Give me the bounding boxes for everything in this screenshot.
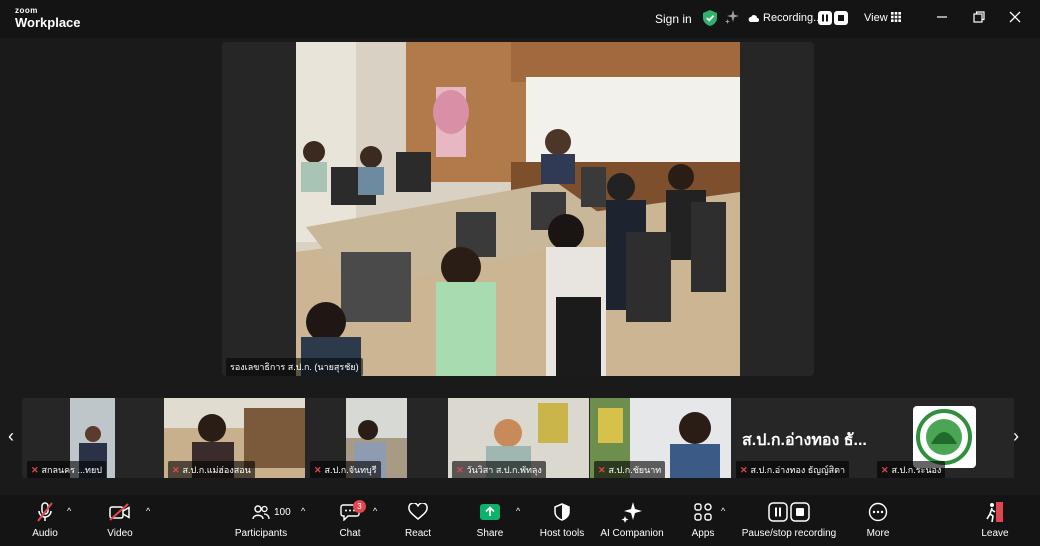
mic-muted-icon xyxy=(25,500,65,524)
main-speaker-name: รองเลขาธิการ ส.ป.ก. (นายสุรชัย) xyxy=(226,358,363,376)
video-button[interactable]: Video xyxy=(100,500,140,539)
shield-icon xyxy=(536,500,588,524)
more-button[interactable]: More xyxy=(858,500,898,539)
pause-stop-recording-button[interactable]: Pause/stop recording xyxy=(737,500,841,539)
leave-button[interactable]: Leave xyxy=(975,500,1015,539)
participant-display-name: ส.ป.ก.อ่างทอง ธั... xyxy=(742,432,867,449)
ai-companion-button[interactable]: AI Companion xyxy=(600,500,664,539)
logo-line-1: zoom xyxy=(15,6,38,15)
participant-name: ✕ ส.ป.ก.ชัยนาท xyxy=(594,461,666,478)
mic-muted-icon: ✕ xyxy=(740,465,748,475)
participant-tile[interactable]: ✕ ส.ป.ก.แม่ฮ่องสอน xyxy=(164,398,305,478)
host-tools-label: Host tools xyxy=(539,528,585,539)
audio-options-chevron-up-icon[interactable]: ^ xyxy=(67,506,71,516)
heart-icon xyxy=(398,500,438,524)
more-label: More xyxy=(866,528,890,539)
audio-button[interactable]: Audio xyxy=(25,500,65,539)
grid-view-icon[interactable] xyxy=(891,12,901,22)
react-button[interactable]: React xyxy=(398,500,438,539)
participant-tile[interactable]: ✕ วันวิสา ส.ป.ก.พัทลุง xyxy=(448,398,589,478)
apps-icon xyxy=(683,500,723,524)
participant-tile[interactable]: ✕ ส.ป.ก.ชัยนาท xyxy=(590,398,731,478)
minimize-icon[interactable] xyxy=(935,10,949,24)
shield-check-icon[interactable] xyxy=(703,10,717,26)
recording-controls-icon xyxy=(737,500,841,524)
host-tools-button[interactable]: Host tools xyxy=(536,500,588,539)
share-options-chevron-up-icon[interactable]: ^ xyxy=(516,506,520,516)
view-menu[interactable]: View xyxy=(864,12,888,24)
app-logo: zoom Workplace xyxy=(15,6,81,30)
participant-count: 100 xyxy=(274,507,291,518)
main-speaker-view[interactable]: รองเลขาธิการ ส.ป.ก. (นายสุรชัย) xyxy=(222,42,814,376)
video-label: Video xyxy=(107,528,133,539)
participant-tile[interactable]: ✕ ส.ป.ก.ระนอง xyxy=(873,398,1014,478)
close-icon[interactable] xyxy=(1008,10,1022,24)
mic-muted-icon: ✕ xyxy=(598,465,606,475)
apps-label: Apps xyxy=(691,528,715,539)
recording-stop-icon[interactable] xyxy=(834,11,848,25)
mic-muted-icon: ✕ xyxy=(456,465,464,475)
video-options-chevron-up-icon[interactable]: ^ xyxy=(146,506,150,516)
participant-name: ✕ ส.ป.ก.อ่างทอง ธัญญ์สิตา xyxy=(736,461,850,478)
sign-in-link[interactable]: Sign in xyxy=(655,12,692,26)
participant-name: ✕ ส.ป.ก.ระนอง xyxy=(877,461,946,478)
mic-muted-icon: ✕ xyxy=(881,465,889,475)
chat-options-chevron-up-icon[interactable]: ^ xyxy=(373,506,377,516)
participant-name: ✕ ส.ป.ก.จันทบุรี xyxy=(310,461,381,478)
recording-status: Recording... xyxy=(763,12,823,24)
conference-room-scene xyxy=(296,42,740,376)
chevron-left-icon[interactable]: ‹ xyxy=(8,426,14,447)
logo-line-2: Workplace xyxy=(15,15,81,30)
video-off-icon xyxy=(100,500,140,524)
participant-tile[interactable]: ส.ป.ก.อ่างทอง ธั... ✕ ส.ป.ก.อ่างทอง ธัญญ์… xyxy=(732,398,873,478)
participants-label: Participants xyxy=(234,528,288,539)
apps-options-chevron-up-icon[interactable]: ^ xyxy=(721,506,725,516)
apps-button[interactable]: Apps xyxy=(683,500,723,539)
share-button[interactable]: Share xyxy=(470,500,510,539)
agency-seal-logo xyxy=(916,409,972,465)
cloud-recording-icon xyxy=(748,15,759,22)
participants-options-chevron-up-icon[interactable]: ^ xyxy=(301,506,305,516)
restore-window-icon[interactable] xyxy=(972,10,986,24)
mic-muted-icon: ✕ xyxy=(172,465,180,475)
share-screen-icon xyxy=(470,500,510,524)
participant-tile[interactable]: ✕ สกลนคร ...ทยป xyxy=(23,398,164,478)
leave-door-icon xyxy=(975,500,1015,524)
more-options-icon xyxy=(858,500,898,524)
participant-name: ✕ วันวิสา ส.ป.ก.พัทลุง xyxy=(452,461,546,478)
participant-name: ✕ ส.ป.ก.แม่ฮ่องสอน xyxy=(168,461,255,478)
audio-label: Audio xyxy=(32,528,58,539)
pause-stop-recording-label: Pause/stop recording xyxy=(741,528,837,539)
react-label: React xyxy=(404,528,432,539)
participant-tile[interactable]: ✕ ส.ป.ก.จันทบุรี xyxy=(306,398,447,478)
participants-button[interactable]: Participants xyxy=(232,500,290,539)
ai-sparkle-icon[interactable] xyxy=(725,10,739,24)
chat-unread-badge: 3 xyxy=(353,500,366,513)
conference-room-video xyxy=(296,42,740,376)
ai-companion-label: AI Companion xyxy=(600,528,664,539)
share-label: Share xyxy=(476,528,504,539)
leave-label: Leave xyxy=(981,528,1009,539)
recording-pause-icon[interactable] xyxy=(818,11,832,25)
mic-muted-icon: ✕ xyxy=(31,465,39,475)
mic-muted-icon: ✕ xyxy=(314,465,322,475)
ai-sparkle-icon xyxy=(600,500,664,524)
participant-name: ✕ สกลนคร ...ทยป xyxy=(27,461,106,478)
chat-label: Chat xyxy=(339,528,361,539)
participant-avatar xyxy=(913,406,976,468)
